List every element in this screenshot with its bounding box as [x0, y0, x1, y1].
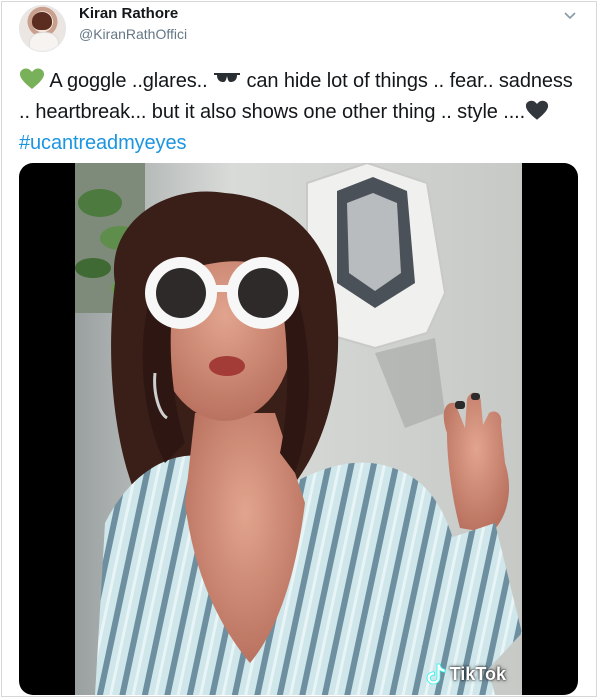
avatar-body [29, 32, 59, 51]
avatar-hair [32, 12, 52, 30]
video-frame[interactable] [75, 163, 522, 695]
tweet-text: A goggle ..glares.. can hide lot of thin… [19, 66, 584, 159]
hashtag-link[interactable]: #ucantreadmyeyes [19, 132, 186, 154]
tweet-header: Kiran Rathore @KiranRathOffici [2, 2, 596, 56]
video-player[interactable]: TikTok [19, 163, 578, 695]
tweet-text-part-1: A goggle ..glares.. [45, 70, 214, 92]
tiktok-label: TikTok [449, 663, 506, 684]
chevron-down-icon[interactable] [561, 6, 579, 24]
tweet-card: Kiran Rathore @KiranRathOffici A goggle … [1, 1, 597, 697]
tiktok-watermark: TikTok [426, 663, 506, 685]
author-handle[interactable]: @KiranRathOffici [79, 26, 187, 42]
author-name[interactable]: Kiran Rathore [79, 5, 178, 22]
avatar[interactable] [19, 5, 66, 52]
sunglasses-icon [214, 73, 241, 82]
tiktok-logo-icon [426, 663, 446, 685]
black-heart-icon [526, 100, 549, 120]
green-heart-icon [20, 68, 44, 89]
